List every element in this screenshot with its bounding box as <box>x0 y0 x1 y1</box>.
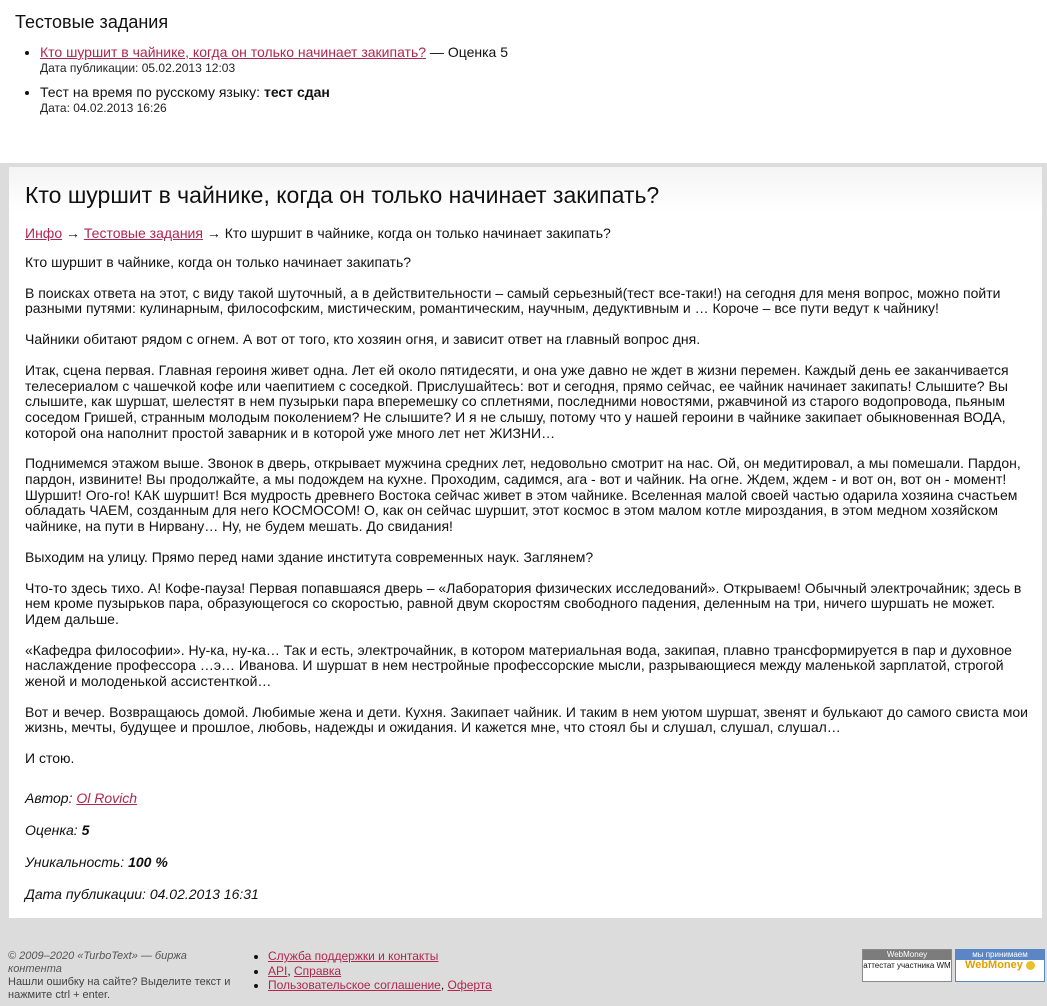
footer-links: Служба поддержки и контакты API, Справка… <box>256 949 492 993</box>
tests-section: Тестовые задания Кто шуршит в чайнике, к… <box>0 0 1047 163</box>
article-paragraph: Поднимемся этажом выше. Звонок в дверь, … <box>25 455 1021 535</box>
test-score: — Оценка 5 <box>426 44 508 60</box>
uniqueness-value: 100 % <box>128 854 168 870</box>
test-date: Дата публикации: 05.02.2013 12:03 <box>40 61 236 75</box>
webmoney-attestat-badge[interactable]: WebMoney аттестат участника WM <box>862 949 952 982</box>
article-author: Автор: Ol Rovich <box>25 790 625 806</box>
breadcrumb-arrow: → <box>202 225 225 241</box>
article-paragraph: Чайники обитают рядом с огнем. А вот от … <box>25 331 701 348</box>
footer-link-item: Служба поддержки и контакты <box>268 949 492 964</box>
article-title: Кто шуршит в чайнике, когда он только на… <box>25 182 660 208</box>
test-item: Кто шуршит в чайнике, когда он только на… <box>40 43 740 75</box>
footer-link-item: API, Справка <box>268 964 492 979</box>
author-label: Автор: <box>25 790 77 806</box>
breadcrumb-info-link[interactable]: Инфо <box>25 225 62 241</box>
article-date: Дата публикации: 04.02.2013 16:31 <box>25 886 259 902</box>
badge-text: аттестат участника WM <box>863 961 951 970</box>
user-agreement-link[interactable]: Пользовательское соглашение <box>268 978 441 992</box>
article-uniqueness: Уникальность: 100 % <box>25 854 625 870</box>
test-link[interactable]: Кто шуршит в чайнике, когда он только на… <box>40 44 426 60</box>
article-paragraph: В поисках ответа на этот, с виду такой ш… <box>25 284 1001 317</box>
footer-link-item: Пользовательское соглашение, Оферта <box>268 978 492 993</box>
badge-brand: WebMoney <box>965 959 1023 971</box>
article-paragraph: Кто шуршит в чайнике, когда он только на… <box>25 254 412 270</box>
badge-title: WebMoney <box>863 950 951 960</box>
article-card: Кто шуршит в чайнике, когда он только на… <box>9 167 1042 918</box>
footer: © 2009–2020 «TurboText» — биржа контента… <box>0 918 1047 1006</box>
article-paragraph: И стою. <box>25 750 75 767</box>
breadcrumb-current: Кто шуршит в чайнике, когда он только на… <box>224 225 611 241</box>
test-item: Тест на время по русскому языку: тест сд… <box>40 83 740 115</box>
footer-copyright: © 2009–2020 «TurboText» — биржа контента… <box>8 950 240 1002</box>
api-link[interactable]: API <box>268 964 287 978</box>
article-paragraph: Вот и вечер. Возвращаюсь домой. Любимые … <box>25 703 1028 736</box>
breadcrumb-arrow: → <box>62 225 84 241</box>
offer-link[interactable]: Оферта <box>448 978 492 992</box>
article-score: Оценка: 5 <box>25 822 625 838</box>
author-link[interactable]: Ol Rovich <box>76 790 137 806</box>
test-title: Тест на время по русскому языку: <box>40 84 264 100</box>
article-body: Кто шуршит в чайнике, когда он только на… <box>25 254 1030 782</box>
badge-text: WebMoney <box>956 960 1044 971</box>
error-hint: Нашли ошибку на сайте? Выделите текст и … <box>8 976 231 1001</box>
uniqueness-label: Уникальность: <box>25 854 129 870</box>
copyright-text: © 2009–2020 «TurboText» — биржа контента <box>8 950 187 975</box>
score-value: 5 <box>81 822 90 838</box>
breadcrumb: Инфо → Тестовые задания → Кто шуршит в ч… <box>25 225 611 241</box>
breadcrumb-tests-link[interactable]: Тестовые задания <box>84 225 203 241</box>
article-paragraph: «Кафедра философии». Ну-ка, ну-ка… Так и… <box>25 641 1012 690</box>
help-link[interactable]: Справка <box>294 964 341 978</box>
article-paragraph: Что-то здесь тихо. А! Кофе-пауза! Первая… <box>25 579 1022 627</box>
article-paragraph: Выходим на улицу. Прямо перед нами здани… <box>25 548 594 565</box>
article-paragraph: Итак, сцена первая. Главная героиня живе… <box>25 361 1009 441</box>
webmoney-accept-badge[interactable]: мы принимаем WebMoney <box>955 949 1045 982</box>
test-status: тест сдан <box>263 84 330 100</box>
support-link[interactable]: Служба поддержки и контакты <box>268 949 438 963</box>
link-separator: , <box>440 978 448 992</box>
link-separator: , <box>287 963 295 978</box>
coin-icon <box>1025 960 1035 970</box>
tests-heading: Тестовые задания <box>15 12 169 32</box>
tests-list: Кто шуршит в чайнике, когда он только на… <box>22 43 740 123</box>
score-label: Оценка: <box>25 822 82 838</box>
test-date: Дата: 04.02.2013 16:26 <box>40 101 167 115</box>
